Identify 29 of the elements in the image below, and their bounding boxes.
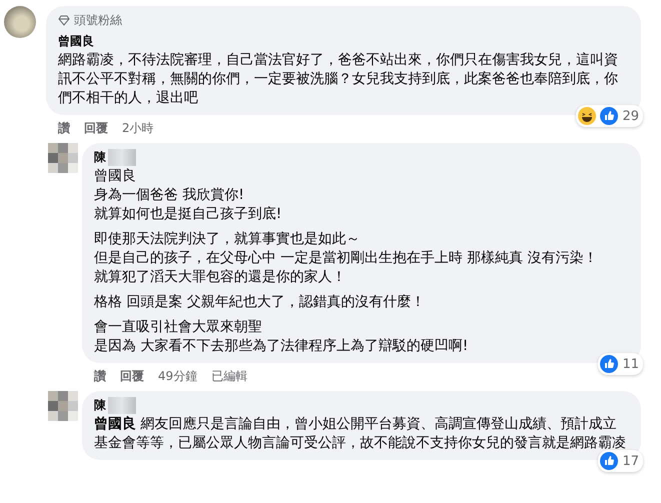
comment-action-link[interactable]: 讚 (58, 120, 70, 137)
comment-text: 就算犯了滔天大罪包容的還是你的家人！ (94, 268, 347, 287)
author-name[interactable]: 陳 (94, 149, 136, 166)
reaction-summary[interactable]: 29 (576, 105, 643, 127)
fan-label: 頭號粉絲 (74, 12, 122, 29)
comment-text: 網路霸凌，不待法院審理，自己當法官好了，爸爸不站出來，你們只在傷害我女兒，這叫資訊不公平不對稱，無關的你們，一定要被洗腦？女兒我支持到底，此案爸爸也奉陪到底，你們不相干的人，退出吧 (58, 51, 619, 108)
diamond-icon (58, 15, 70, 26)
comment-text: 身為一個爸爸 我欣賞你! (94, 186, 246, 205)
comment-action-link[interactable]: 回覆 (120, 368, 144, 385)
comment-text: 但是自己的孩子，在父母心中 一定是當初剛出生抱在手上時 那樣純真 沒有污染！ (94, 249, 598, 268)
comment-text: 曾國良 網友回應只是言論自由，曾小姐公開平台募資、高調宣傳登山成績、預計成立基金會等等，已屬公眾人物言論可受公評，故不能說不支持你女兒的發言就是網路霸凌 (94, 415, 627, 453)
comment-text: 格格 回頭是案 父親年紀也大了，認錯真的沒有什麼！ (94, 293, 426, 312)
blurred-avatar[interactable] (48, 391, 78, 421)
timestamp[interactable]: 2小時 (122, 120, 154, 137)
author-name[interactable]: 曾國良 (58, 33, 94, 50)
blurred-avatar[interactable] (48, 143, 78, 173)
reaction-summary[interactable]: 17 (598, 450, 643, 472)
avatar[interactable] (4, 6, 36, 38)
comment-text: 即使那天法院判決了，就算事實也是如此～ (94, 230, 361, 249)
comment-action-link[interactable]: 回覆 (84, 120, 108, 137)
timestamp[interactable]: 49分鐘 (158, 368, 198, 385)
comment-text: 就算如何也是挺自己孩子到底! (94, 205, 283, 224)
comment-text: 曾國良 (94, 167, 137, 186)
comment-action-link[interactable]: 讚 (94, 368, 106, 385)
author-name[interactable]: 陳 (94, 397, 136, 414)
comment-text: 會一直吸引社會大眾來朝聖 (94, 318, 263, 337)
reaction-summary[interactable]: 11 (598, 353, 643, 375)
edited-label: 已編輯 (211, 368, 248, 385)
comment-text: 是因為 大家看不下去那些為了法律程序上為了辯駁的硬凹啊! (94, 337, 470, 356)
